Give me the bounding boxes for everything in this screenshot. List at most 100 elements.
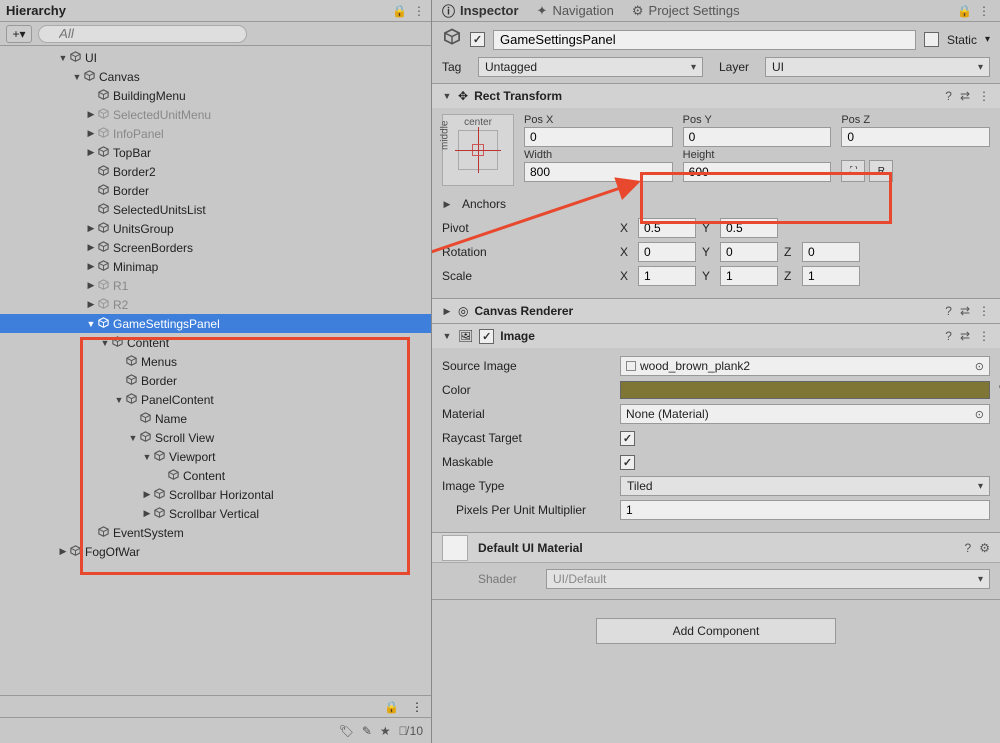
- star-icon[interactable]: ★: [380, 724, 391, 738]
- preset-icon[interactable]: ⇄: [960, 329, 970, 343]
- tree-item[interactable]: ▶Scrollbar Vertical: [0, 504, 431, 523]
- expand-toggle[interactable]: ▼: [128, 433, 138, 443]
- source-image-field[interactable]: wood_brown_plank2: [620, 356, 990, 376]
- tree-item[interactable]: ▶R1: [0, 276, 431, 295]
- tab-inspector[interactable]: ⓘ Inspector: [442, 1, 519, 20]
- tag-dropdown[interactable]: Untagged: [478, 57, 703, 77]
- tree-item[interactable]: Border: [0, 181, 431, 200]
- tree-item[interactable]: EventSystem: [0, 523, 431, 542]
- tree-item[interactable]: ▶InfoPanel: [0, 124, 431, 143]
- rot-y-input[interactable]: [720, 242, 778, 262]
- expand-toggle[interactable]: ▶: [442, 306, 452, 317]
- rot-x-input[interactable]: [638, 242, 696, 262]
- tab-project-settings[interactable]: ⚙ Project Settings: [632, 3, 740, 19]
- material-field[interactable]: None (Material): [620, 404, 990, 424]
- posz-input[interactable]: [841, 127, 990, 147]
- help-icon[interactable]: ?: [945, 329, 952, 343]
- tree-item[interactable]: Border: [0, 371, 431, 390]
- tag-icon[interactable]: 🏷: [339, 724, 354, 738]
- expand-toggle[interactable]: ▶: [86, 280, 96, 291]
- layer-dropdown[interactable]: UI: [765, 57, 990, 77]
- expand-toggle[interactable]: ▶: [142, 489, 152, 500]
- blueprint-mode-button[interactable]: ⛶: [841, 160, 865, 182]
- tab-navigation[interactable]: ✦ Navigation: [537, 3, 614, 19]
- pivot-y-input[interactable]: [720, 218, 778, 238]
- menu-icon[interactable]: ⋮: [978, 4, 990, 18]
- tree-item[interactable]: BuildingMenu: [0, 86, 431, 105]
- scale-z-input[interactable]: [802, 266, 860, 286]
- hidden-icon[interactable]: 👁̸: [399, 724, 408, 738]
- image-type-dropdown[interactable]: Tiled: [620, 476, 990, 496]
- brush-icon[interactable]: ✎: [362, 724, 372, 738]
- expand-toggle[interactable]: ▼: [114, 395, 124, 405]
- scale-y-input[interactable]: [720, 266, 778, 286]
- tree-item-game-settings-panel[interactable]: ▼GameSettingsPanel: [0, 314, 431, 333]
- static-dropdown-arrow[interactable]: ▾: [985, 34, 990, 45]
- tree-item[interactable]: ▶R2: [0, 295, 431, 314]
- expand-toggle[interactable]: ▼: [442, 91, 452, 101]
- expand-toggle[interactable]: ▼: [442, 331, 452, 341]
- static-checkbox[interactable]: [924, 32, 939, 47]
- tree-item[interactable]: Menus: [0, 352, 431, 371]
- help-icon[interactable]: ?: [945, 304, 952, 318]
- rot-z-input[interactable]: [802, 242, 860, 262]
- tree-item[interactable]: ▶FogOfWar: [0, 542, 431, 561]
- menu-icon[interactable]: ⋮: [978, 89, 990, 103]
- expand-toggle[interactable]: ▶: [442, 199, 452, 210]
- menu-icon[interactable]: ⋮: [978, 329, 990, 343]
- expand-toggle[interactable]: ▼: [100, 338, 110, 348]
- preset-icon[interactable]: ⇄: [960, 304, 970, 318]
- expand-toggle[interactable]: ▶: [86, 299, 96, 310]
- expand-toggle[interactable]: ▶: [86, 242, 96, 253]
- expand-toggle[interactable]: ▼: [86, 319, 96, 329]
- maskable-checkbox[interactable]: [620, 455, 635, 470]
- tree-item[interactable]: ▼Content: [0, 333, 431, 352]
- lock-icon[interactable]: 🔒: [957, 4, 972, 18]
- pivot-x-input[interactable]: [638, 218, 696, 238]
- posy-input[interactable]: [683, 127, 832, 147]
- tree-item[interactable]: ▼Scroll View: [0, 428, 431, 447]
- lock-icon[interactable]: 🔒: [384, 700, 399, 714]
- scale-x-input[interactable]: [638, 266, 696, 286]
- width-input[interactable]: [524, 162, 673, 182]
- raw-mode-button[interactable]: R: [869, 160, 893, 182]
- tree-item[interactable]: ▼Viewport: [0, 447, 431, 466]
- gear-icon[interactable]: ⚙: [979, 541, 990, 555]
- create-button[interactable]: +▾: [6, 25, 32, 43]
- expand-toggle[interactable]: ▶: [86, 128, 96, 139]
- menu-icon[interactable]: ⋮: [413, 4, 425, 18]
- hierarchy-search-input[interactable]: [38, 25, 247, 43]
- tree-item[interactable]: ▶TopBar: [0, 143, 431, 162]
- tree-item[interactable]: Content: [0, 466, 431, 485]
- tree-item[interactable]: SelectedUnitsList: [0, 200, 431, 219]
- add-component-button[interactable]: Add Component: [596, 618, 836, 644]
- posx-input[interactable]: [524, 127, 673, 147]
- image-enabled-checkbox[interactable]: [479, 329, 494, 344]
- active-checkbox[interactable]: [470, 32, 485, 47]
- material-preview[interactable]: [442, 535, 468, 561]
- preset-icon[interactable]: ⇄: [960, 89, 970, 103]
- ppu-input[interactable]: [620, 500, 990, 520]
- gameobject-name-input[interactable]: [493, 30, 916, 50]
- expand-toggle[interactable]: ▼: [58, 53, 68, 63]
- tree-item[interactable]: ▶UnitsGroup: [0, 219, 431, 238]
- anchor-preset-button[interactable]: center middle: [442, 114, 514, 186]
- expand-toggle[interactable]: ▼: [142, 452, 152, 462]
- height-input[interactable]: [683, 162, 832, 182]
- expand-toggle[interactable]: ▶: [58, 546, 68, 557]
- tree-item[interactable]: ▶Minimap: [0, 257, 431, 276]
- shader-dropdown[interactable]: UI/Default: [546, 569, 990, 589]
- tree-item-canvas[interactable]: ▼Canvas: [0, 67, 431, 86]
- expand-toggle[interactable]: ▶: [142, 508, 152, 519]
- tree-item[interactable]: ▼PanelContent: [0, 390, 431, 409]
- tree-item-ui[interactable]: ▼UI: [0, 48, 431, 67]
- tree-item[interactable]: Name: [0, 409, 431, 428]
- color-field[interactable]: [620, 381, 990, 399]
- menu-icon[interactable]: ⋮: [978, 304, 990, 318]
- expand-toggle[interactable]: ▶: [86, 147, 96, 158]
- expand-toggle[interactable]: ▶: [86, 223, 96, 234]
- expand-toggle[interactable]: ▶: [86, 109, 96, 120]
- tree-item[interactable]: ▶SelectedUnitMenu: [0, 105, 431, 124]
- help-icon[interactable]: ?: [965, 541, 972, 555]
- hierarchy-tree[interactable]: ▼UI ▼Canvas BuildingMenu ▶SelectedUnitMe…: [0, 46, 431, 695]
